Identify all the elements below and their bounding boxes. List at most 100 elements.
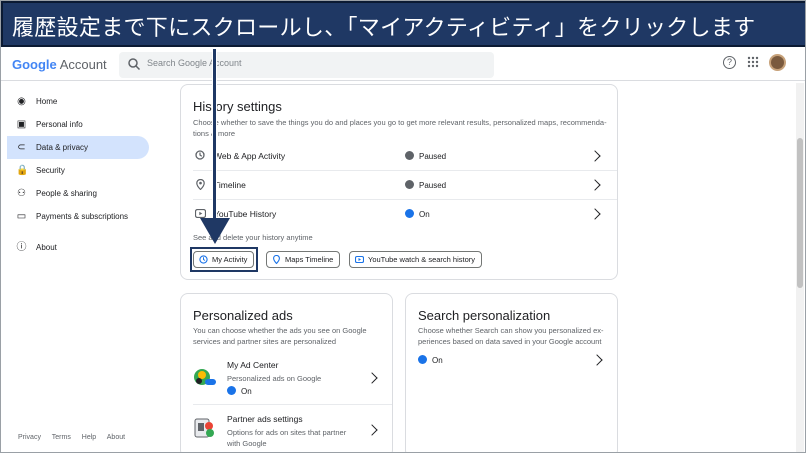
description-line: You can choose whether the ads you see o… [193, 326, 367, 335]
divider [193, 170, 617, 171]
footer-link-privacy[interactable]: Privacy [18, 434, 41, 441]
instruction-banner: 履歴設定まで下にスクロールし、「マイアクティビティ」をクリックします [1, 1, 805, 47]
status-text: On [241, 387, 252, 396]
sidebar-item-label: Data & privacy [36, 143, 89, 152]
my-ad-center-status: On [227, 386, 252, 396]
status-text: Paused [419, 181, 447, 190]
description-line: periences based on data saved in your Go… [418, 337, 602, 346]
web-app-activity-status: Paused [405, 151, 446, 161]
youtube-history-button[interactable]: YouTube watch & search history [349, 251, 483, 268]
search-icon [128, 58, 141, 71]
home-icon: ◉ [17, 96, 26, 107]
description-line: with Google [227, 439, 267, 448]
search-personalization-card: Search personalization Choose whether Se… [405, 293, 618, 452]
info-icon: ⓘ [16, 242, 27, 253]
maps-timeline-label: Maps Timeline [285, 255, 334, 264]
search-input[interactable]: Search Google Account [119, 52, 494, 78]
location-pin-icon [196, 179, 205, 190]
partner-ads-title: Partner ads settings [227, 414, 303, 424]
credit-card-icon: ▭ [16, 211, 27, 222]
personalized-ads-description: You can choose whether the ads you see o… [193, 325, 389, 347]
sidebar: ◉ Home ▣ Personal info ⊂ Data & privacy … [1, 89, 161, 449]
history-clock-icon [195, 150, 205, 160]
browser-frame: Google Account Search Google Account ? ◉… [0, 0, 806, 453]
paused-icon [405, 151, 414, 160]
google-account-logo[interactable]: Google Account [12, 57, 107, 72]
my-ad-center-subtitle: Personalized ads on Google [227, 374, 322, 383]
divider [193, 404, 392, 405]
help-icon[interactable]: ? [723, 56, 736, 69]
search-personalization-title: Search personalization [418, 308, 551, 323]
scrollbar-thumb[interactable] [797, 138, 803, 288]
description-line: Choose whether to save the things you do… [193, 118, 607, 127]
chevron-right-icon [589, 150, 601, 162]
sidebar-item-payments[interactable]: ▭ Payments & subscriptions [7, 205, 149, 228]
status-text: On [419, 210, 430, 219]
chevron-right-icon [589, 208, 601, 220]
my-ad-center-title: My Ad Center [227, 360, 279, 370]
footer-link-terms[interactable]: Terms [52, 434, 71, 441]
location-pin-icon [273, 255, 280, 264]
history-settings-description: Choose whether to save the things you do… [193, 117, 613, 139]
personalized-ads-title: Personalized ads [193, 308, 293, 323]
sidebar-item-label: Payments & subscriptions [36, 212, 129, 221]
avatar[interactable] [769, 54, 786, 71]
sidebar-item-label: About [36, 243, 57, 252]
sidebar-item-about[interactable]: ⓘ About [7, 236, 149, 259]
maps-timeline-button[interactable]: Maps Timeline [266, 251, 341, 268]
top-header: Google Account Search Google Account ? [1, 45, 805, 81]
my-activity-highlight [190, 247, 258, 272]
youtube-history-chip-label: YouTube watch & search history [368, 255, 476, 264]
web-app-activity-label: Web & App Activity [214, 151, 286, 161]
logo-google-text: Google [12, 57, 57, 72]
description-line: tions & more [193, 129, 236, 138]
id-card-icon: ▣ [16, 119, 27, 130]
sidebar-item-security[interactable]: 🔒 Security [7, 159, 149, 182]
youtube-icon [355, 255, 364, 264]
search-placeholder: Search Google Account [147, 58, 242, 68]
description-line: services and partner sites are personali… [193, 337, 336, 346]
paused-icon [405, 180, 414, 189]
timeline-status: Paused [405, 180, 446, 190]
sidebar-item-people-sharing[interactable]: ⚇ People & sharing [7, 182, 149, 205]
chevron-right-icon [366, 372, 378, 384]
annotation-arrow-head [200, 218, 230, 244]
partner-ads-subtitle: Options for ads on sites that partner wi… [227, 427, 346, 449]
history-settings-title: History settings [193, 99, 282, 114]
instruction-text: 履歴設定まで下にスクロールし、「マイアクティビティ」をクリックします [12, 15, 756, 40]
logo-account-text: Account [59, 57, 107, 72]
youtube-history-status: On [405, 209, 430, 219]
sidebar-item-label: Home [36, 97, 58, 106]
people-icon: ⚇ [17, 188, 26, 199]
description-line: Choose whether Search can show you perso… [418, 326, 604, 335]
sidebar-item-label: Personal info [36, 120, 83, 129]
sidebar-item-personal-info[interactable]: ▣ Personal info [7, 113, 149, 136]
status-text: Paused [419, 152, 447, 161]
timeline-label: Timeline [214, 180, 246, 190]
sidebar-item-data-privacy[interactable]: ⊂ Data & privacy [7, 136, 149, 159]
search-personalization-description: Choose whether Search can show you perso… [418, 325, 618, 347]
footer-link-help[interactable]: Help [82, 434, 96, 441]
check-circle-icon [405, 209, 414, 218]
personalized-ads-card: Personalized ads You can choose whether … [180, 293, 393, 452]
chevron-right-icon [366, 424, 378, 436]
search-personalization-status: On [418, 355, 443, 365]
toggle-icon: ⊂ [17, 142, 26, 153]
chevron-right-icon [589, 179, 601, 191]
check-circle-icon [227, 386, 236, 395]
sidebar-item-label: Security [36, 166, 65, 175]
partner-ads-illustration-icon [194, 418, 214, 438]
check-circle-icon [418, 355, 427, 364]
sidebar-item-home[interactable]: ◉ Home [7, 90, 149, 113]
status-text: On [432, 356, 443, 365]
annotation-arrow-shaft [212, 49, 217, 224]
divider [193, 199, 617, 200]
ad-center-illustration-icon [194, 369, 216, 385]
page-scrollbar[interactable] [796, 83, 804, 452]
footer-link-about[interactable]: About [107, 434, 125, 441]
youtube-icon [195, 209, 206, 218]
lock-icon: 🔒 [16, 165, 29, 176]
sidebar-item-label: People & sharing [36, 189, 97, 198]
apps-grid-icon[interactable] [747, 56, 759, 68]
chevron-right-icon [591, 354, 603, 366]
